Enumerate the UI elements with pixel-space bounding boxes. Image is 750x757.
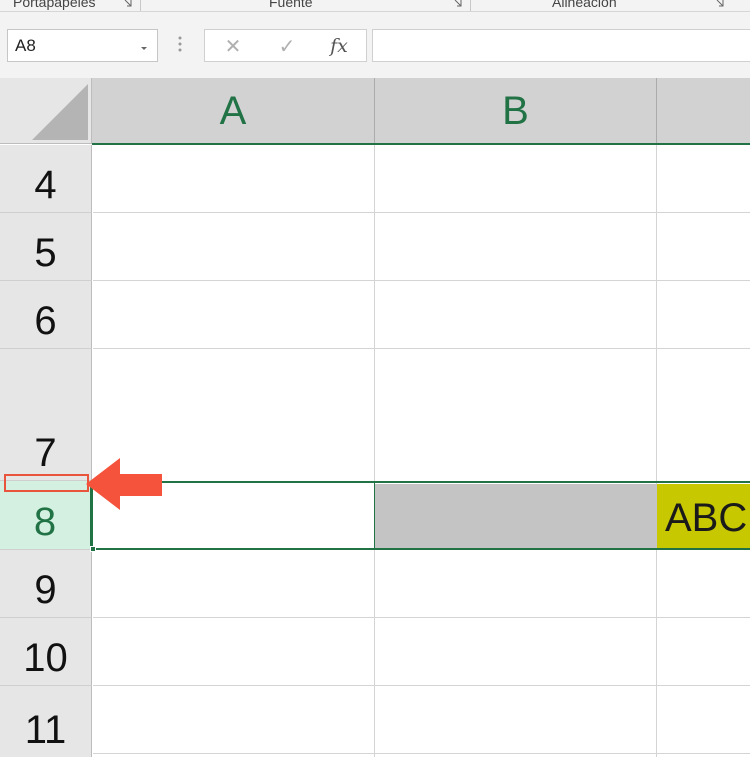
fill-handle[interactable] [90, 546, 96, 552]
ribbon-group-labels: Portapapeles Fuente Alineación [0, 0, 750, 12]
cell-grid[interactable] [93, 145, 750, 757]
row-gridline [93, 212, 750, 213]
arrow-left-icon [86, 458, 162, 510]
row-header-10[interactable]: 10 [0, 618, 92, 686]
select-all-button[interactable] [0, 78, 92, 144]
font-dialog-launcher-icon[interactable] [452, 0, 464, 7]
ribbon-group-clipboard: Portapapeles [13, 0, 96, 10]
formula-input[interactable] [372, 29, 750, 62]
column-header-a[interactable]: A [92, 78, 375, 144]
row-header-6[interactable]: 6 [0, 281, 92, 349]
column-header-c[interactable] [657, 78, 750, 144]
column-gridline [656, 145, 657, 757]
clipboard-dialog-launcher-icon[interactable] [122, 0, 134, 7]
row-header-11[interactable]: 11 [0, 686, 92, 757]
formula-buttons: ✕ ✓ fx [204, 29, 367, 62]
chevron-down-icon[interactable] [139, 40, 149, 50]
ribbon-group-font: Fuente [269, 0, 313, 10]
column-gridline [374, 145, 375, 757]
alignment-dialog-launcher-icon[interactable] [714, 0, 726, 7]
name-box[interactable]: A8 [7, 29, 158, 62]
row-boundary-highlight [4, 474, 89, 492]
row-header-7[interactable]: 7 [0, 349, 92, 481]
cancel-icon[interactable]: ✕ [221, 35, 245, 58]
formula-bar-row: A8 ✕ ✓ fx [0, 12, 750, 78]
enter-icon[interactable]: ✓ [275, 35, 299, 58]
ribbon-group-alignment: Alineación [552, 0, 617, 10]
row-gridline [93, 753, 750, 754]
row-header-9[interactable]: 9 [0, 550, 92, 618]
select-all-triangle-icon [32, 84, 88, 140]
row-gridline [93, 685, 750, 686]
row-header-4[interactable]: 4 [0, 145, 92, 213]
row-gridline [93, 280, 750, 281]
drag-handle-icon[interactable] [178, 34, 182, 54]
row-header-5[interactable]: 5 [0, 213, 92, 281]
row-gridline [93, 617, 750, 618]
ribbon-separator [470, 0, 471, 11]
row-gridline [93, 348, 750, 349]
name-box-value: A8 [15, 36, 36, 55]
insert-function-icon[interactable]: fx [327, 35, 351, 57]
column-header-b[interactable]: B [375, 78, 657, 144]
ribbon-separator [140, 0, 141, 11]
